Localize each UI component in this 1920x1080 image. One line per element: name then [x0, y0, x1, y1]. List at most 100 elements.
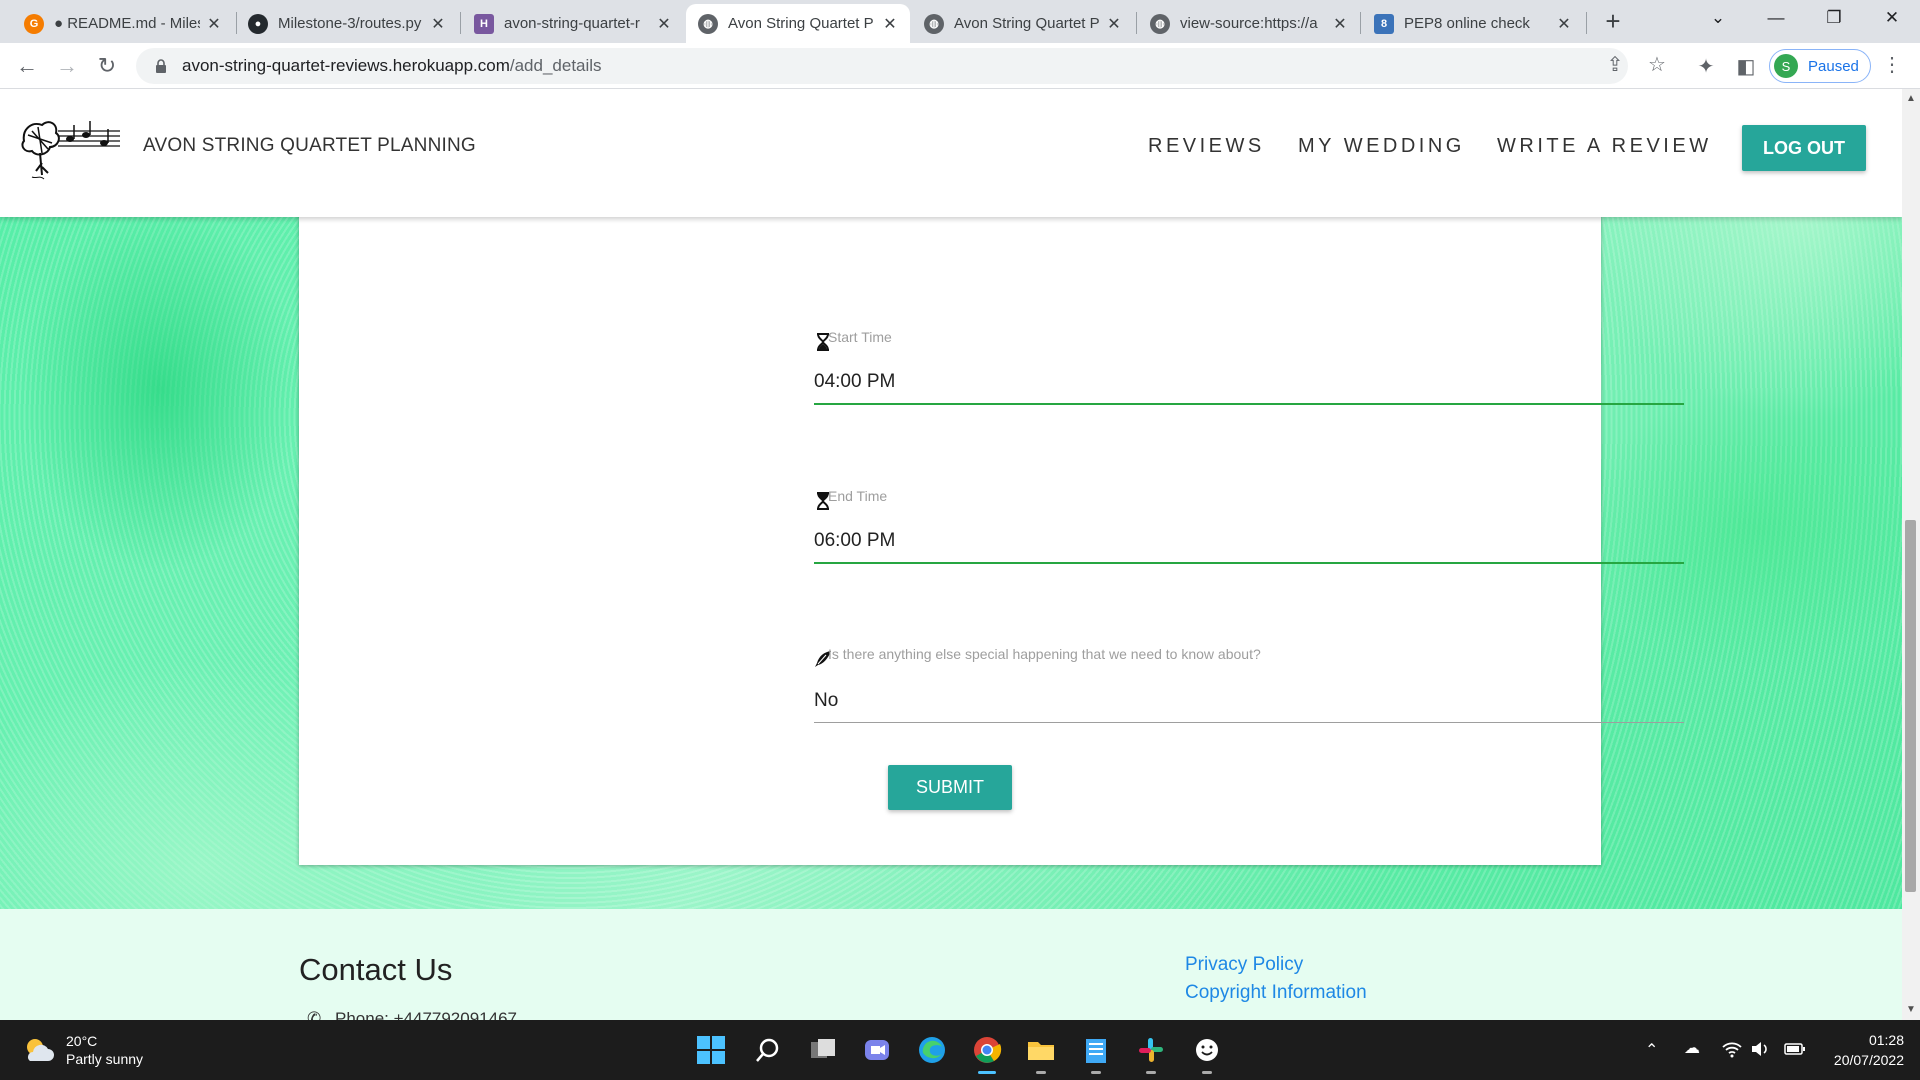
partly-sunny-icon [27, 1039, 54, 1061]
close-icon[interactable]: ✕ [1332, 14, 1348, 34]
tab-title: ● README.md - Miles [54, 15, 200, 32]
phone-line: ✆ Phone: +447792091467 [307, 1009, 517, 1020]
tab-title: PEP8 online check [1404, 15, 1530, 32]
url-path: /add_details [509, 56, 602, 75]
running-indicator [1146, 1071, 1156, 1074]
tab-avon-2[interactable]: ◍ Avon String Quartet P ✕ [912, 4, 1134, 43]
scrollbar-thumb[interactable] [1905, 520, 1916, 892]
edge-browser-icon[interactable] [914, 1032, 950, 1068]
tab-title: Avon String Quartet P [728, 15, 874, 32]
tab-title: view-source:https://a [1180, 15, 1318, 32]
site-navbar: AVON STRING QUARTET PLANNING REVIEWS MY … [0, 89, 1902, 217]
pep8-icon: 8 [1374, 13, 1394, 34]
close-icon[interactable]: ✕ [206, 14, 222, 34]
menu-kebab-icon[interactable]: ⋮ [1882, 52, 1902, 77]
chrome-browser-icon[interactable] [969, 1032, 1005, 1074]
tab-separator [460, 12, 461, 34]
nav-my-wedding[interactable]: MY WEDDING [1298, 135, 1465, 158]
restore-button[interactable]: ❐ [1806, 0, 1862, 36]
wifi-icon[interactable] [1722, 1040, 1742, 1063]
submit-button[interactable]: SUBMIT [888, 765, 1012, 810]
battery-icon[interactable] [1784, 1040, 1806, 1063]
running-indicator [1036, 1071, 1046, 1074]
new-tab-button[interactable]: + [1598, 6, 1628, 36]
running-indicator [1202, 1071, 1212, 1074]
phone-number: Phone: +447792091467 [335, 1009, 517, 1020]
page-viewport: AVON STRING QUARTET PLANNING REVIEWS MY … [0, 89, 1902, 1020]
globe-icon: ◍ [1150, 13, 1170, 34]
gitpod-icon: G [24, 13, 44, 34]
profile-button[interactable]: S Paused [1769, 49, 1871, 83]
url-text: avon-string-quartet-reviews.herokuapp.co… [182, 56, 602, 76]
contact-us-heading: Contact Us [299, 952, 453, 987]
special-notes-value[interactable]: No [814, 690, 838, 712]
tab-search-icon[interactable]: ⌄ [1690, 0, 1746, 36]
end-time-value[interactable]: 06:00 PM [814, 530, 895, 552]
tab-readme[interactable]: G ● README.md - Miles ✕ [12, 4, 234, 43]
slack-icon[interactable] [1133, 1032, 1169, 1074]
close-icon[interactable]: ✕ [430, 14, 446, 34]
share-icon[interactable]: ⇪ [1603, 53, 1627, 77]
end-time-field[interactable]: End Time 06:00 PM [814, 488, 1684, 568]
tab-title: Milestone-3/routes.py [278, 15, 422, 32]
tab-heroku[interactable]: H avon-string-quartet-r ✕ [462, 4, 684, 43]
logout-button[interactable]: LOG OUT [1742, 125, 1866, 171]
tab-separator [1136, 12, 1137, 34]
weather-temperature: 20°C [66, 1033, 98, 1049]
close-icon[interactable]: ✕ [1106, 14, 1122, 34]
file-explorer-icon[interactable] [1023, 1032, 1059, 1074]
quartet-logo[interactable] [18, 113, 124, 183]
field-underline [814, 403, 1684, 405]
nav-reviews[interactable]: REVIEWS [1148, 135, 1265, 158]
globe-icon: ◍ [924, 13, 944, 34]
forward-arrow-icon[interactable]: → [52, 51, 82, 81]
url-host: avon-string-quartet-reviews.herokuapp.co… [182, 56, 510, 75]
details-form-card: Start Time 04:00 PM End Time 06:00 PM Is… [299, 169, 1684, 865]
start-time-value[interactable]: 04:00 PM [814, 371, 895, 393]
tab-pep8[interactable]: 8 PEP8 online check ✕ [1362, 4, 1584, 43]
system-clock[interactable]: 01:28 20/07/2022 [1822, 1030, 1904, 1070]
tab-view-source[interactable]: ◍ view-source:https://a ✕ [1138, 4, 1360, 43]
smiley-app-icon[interactable] [1189, 1032, 1225, 1074]
end-time-label: End Time [828, 488, 888, 504]
lock-icon [156, 59, 166, 73]
scroll-up-arrow-icon[interactable]: ▲ [1905, 93, 1917, 104]
close-icon[interactable]: ✕ [1556, 14, 1572, 34]
search-icon[interactable] [750, 1032, 786, 1068]
avatar: S [1774, 54, 1798, 78]
running-indicator [1091, 1071, 1101, 1074]
start-time-field[interactable]: Start Time 04:00 PM [814, 329, 1684, 409]
teams-chat-icon[interactable] [859, 1032, 895, 1068]
tab-github-routes[interactable]: ● Milestone-3/routes.py ✕ [236, 4, 458, 43]
side-panel-icon[interactable]: ◧ [1732, 53, 1760, 81]
privacy-policy-link[interactable]: Privacy Policy [1185, 954, 1303, 976]
github-icon: ● [248, 13, 268, 34]
notepad-icon[interactable] [1078, 1032, 1114, 1074]
onedrive-cloud-icon[interactable]: ☁ [1684, 1038, 1700, 1058]
minimize-button[interactable]: — [1748, 0, 1804, 36]
start-time-label: Start Time [828, 329, 892, 345]
reload-icon[interactable]: ↻ [92, 51, 122, 81]
start-windows-icon[interactable] [693, 1032, 729, 1068]
speaker-icon[interactable] [1750, 1040, 1770, 1063]
task-view-icon[interactable] [805, 1032, 841, 1068]
weather-widget[interactable]: 20°C Partly sunny [22, 1032, 143, 1068]
close-icon[interactable]: ✕ [882, 14, 898, 34]
special-notes-field[interactable]: Is there anything else special happening… [814, 646, 1684, 726]
chevron-up-icon[interactable]: ⌃ [1645, 1040, 1658, 1060]
brand-title[interactable]: AVON STRING QUARTET PLANNING [143, 135, 476, 157]
back-arrow-icon[interactable]: ← [12, 51, 42, 81]
address-bar[interactable]: avon-string-quartet-reviews.herokuapp.co… [136, 48, 1628, 84]
scroll-down-arrow-icon[interactable]: ▼ [1905, 1004, 1917, 1015]
extensions-puzzle-icon[interactable]: ✦ [1692, 53, 1720, 81]
close-icon[interactable]: ✕ [656, 14, 672, 34]
heroku-icon: H [474, 13, 494, 34]
tab-avon-active[interactable]: ◍ Avon String Quartet P ✕ [686, 4, 910, 43]
field-underline [814, 562, 1684, 564]
copyright-link[interactable]: Copyright Information [1185, 982, 1367, 1004]
clock-date: 20/07/2022 [1833, 1052, 1904, 1068]
phone-icon: ✆ [307, 1009, 322, 1020]
close-window-button[interactable]: ✕ [1864, 0, 1920, 36]
nav-write-review[interactable]: WRITE A REVIEW [1497, 135, 1712, 158]
bookmark-star-icon[interactable]: ☆ [1645, 53, 1669, 77]
